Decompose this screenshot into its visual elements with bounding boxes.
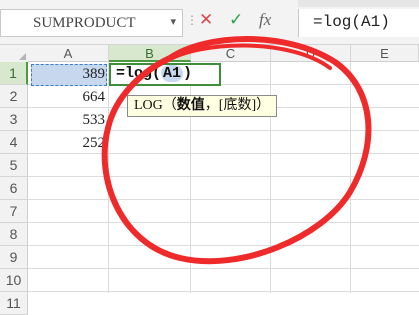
row-header-10[interactable]: 10: [0, 269, 28, 292]
spreadsheet-grid: A B C D E 1 2 3 4 5 6 7 8 9 10 11 389 66…: [0, 45, 419, 315]
check-icon[interactable]: ✓: [229, 10, 243, 30]
corner-triangle-icon: [19, 53, 26, 60]
gridline: [28, 268, 419, 269]
gridline: [28, 245, 419, 246]
chevron-down-icon[interactable]: ▾: [170, 15, 176, 28]
column-header-b[interactable]: B: [109, 45, 191, 62]
gridline: [28, 291, 419, 292]
row-header-3[interactable]: 3: [0, 108, 28, 131]
row-header-5[interactable]: 5: [0, 154, 28, 177]
column-header-d[interactable]: D: [271, 45, 351, 62]
column-header-c[interactable]: C: [191, 45, 271, 62]
row-header-11[interactable]: 11: [0, 292, 28, 315]
formula-suffix: ): [183, 65, 193, 82]
tooltip-close-paren: ）: [256, 98, 271, 113]
cell-a2[interactable]: 664: [29, 86, 106, 108]
formula-reference-token: A1: [161, 65, 184, 82]
row-header-6[interactable]: 6: [0, 177, 28, 200]
formula-input-top-edge: [298, 0, 419, 7]
name-box-value: SUMPRODUCT: [33, 15, 136, 31]
close-icon[interactable]: ✕: [199, 10, 213, 30]
row-header-8[interactable]: 8: [0, 223, 28, 246]
gridline: [28, 176, 419, 177]
tooltip-function-name: LOG: [134, 98, 163, 113]
formula-input-text: =log(A1): [313, 13, 390, 31]
row-header-2[interactable]: 2: [0, 85, 28, 108]
tooltip-current-argument: 数值: [176, 98, 205, 113]
tooltip-optional-argument: [底数]: [218, 98, 257, 113]
formula-input[interactable]: =log(A1): [298, 9, 419, 37]
row-header-7[interactable]: 7: [0, 200, 28, 223]
select-all-corner[interactable]: [0, 45, 28, 62]
function-icon[interactable]: fx: [259, 10, 271, 30]
name-box[interactable]: SUMPRODUCT ▾: [0, 9, 183, 37]
row-header-9[interactable]: 9: [0, 246, 28, 269]
cell-b1-formula[interactable]: =log(A1): [116, 65, 192, 82]
column-header-e[interactable]: E: [351, 45, 419, 62]
cell-a4[interactable]: 252: [29, 132, 106, 154]
gridline: [108, 62, 109, 293]
cell-a1[interactable]: 389: [29, 63, 106, 85]
function-argument-tooltip: LOG（数值，[底数]）: [127, 95, 278, 117]
grip-icon[interactable]: ⋮: [186, 13, 198, 27]
formula-bar: SUMPRODUCT ▾ ⋮ ✕ ✓ fx =log(A1): [0, 0, 419, 44]
gridline: [350, 62, 351, 293]
gridline: [28, 222, 419, 223]
tooltip-open-paren: （: [162, 98, 177, 113]
gridline: [28, 199, 419, 200]
formula-prefix: =log(: [116, 65, 162, 82]
cell-a3[interactable]: 533: [29, 109, 106, 131]
row-header-4[interactable]: 4: [0, 131, 28, 154]
tooltip-separator: ，: [204, 98, 219, 113]
column-header-a[interactable]: A: [28, 45, 109, 62]
row-header-1[interactable]: 1: [0, 62, 28, 85]
